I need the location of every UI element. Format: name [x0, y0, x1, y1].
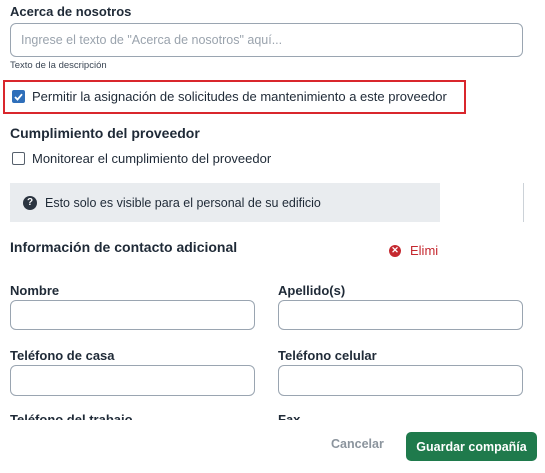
delete-contact-button[interactable]: ✕ Elimi — [389, 243, 438, 258]
save-company-button[interactable]: Guardar compañía — [406, 432, 537, 461]
form-scroll-area[interactable]: Acerca de nosotros Texto de la descripci… — [0, 0, 545, 420]
contact-title: Información de contacto adicional — [10, 239, 238, 255]
home-phone-input[interactable] — [10, 365, 255, 396]
monitor-compliance-checkbox-row[interactable]: Monitorear el cumplimiento del proveedor — [12, 151, 271, 166]
monitor-compliance-label: Monitorear el cumplimiento del proveedor — [32, 151, 272, 166]
checkmark-icon — [14, 93, 23, 101]
first-name-label: Nombre — [10, 283, 60, 298]
about-label: Acerca de nosotros — [10, 4, 132, 19]
close-circle-icon: ✕ — [389, 244, 401, 257]
fax-label: Fax — [278, 412, 301, 420]
allow-maintenance-label: Permitir la asignación de solicitudes de… — [32, 89, 447, 104]
about-help-text: Texto de la descripción — [10, 60, 107, 71]
allow-maintenance-checkbox[interactable] — [12, 90, 25, 103]
last-name-input[interactable] — [278, 300, 523, 330]
cell-phone-input[interactable] — [278, 365, 523, 396]
visibility-notice: ? Esto solo es visible para el personal … — [10, 183, 440, 222]
work-phone-label: Teléfono del trabajo — [10, 412, 133, 420]
last-name-label: Apellido(s) — [278, 283, 346, 298]
notice-text: Esto solo es visible para el personal de… — [45, 195, 321, 210]
divider — [523, 183, 524, 222]
about-input[interactable] — [10, 23, 523, 57]
allow-maintenance-checkbox-row[interactable]: Permitir la asignación de solicitudes de… — [12, 89, 447, 104]
home-phone-label: Teléfono de casa — [10, 348, 115, 363]
monitor-compliance-checkbox[interactable] — [12, 152, 25, 165]
cell-phone-label: Teléfono celular — [278, 348, 377, 363]
cancel-button[interactable]: Cancelar — [331, 437, 384, 451]
delete-contact-label: Elimi — [410, 243, 439, 258]
compliance-title: Cumplimiento del proveedor — [10, 125, 200, 141]
first-name-input[interactable] — [10, 300, 255, 330]
question-circle-icon: ? — [23, 195, 37, 210]
